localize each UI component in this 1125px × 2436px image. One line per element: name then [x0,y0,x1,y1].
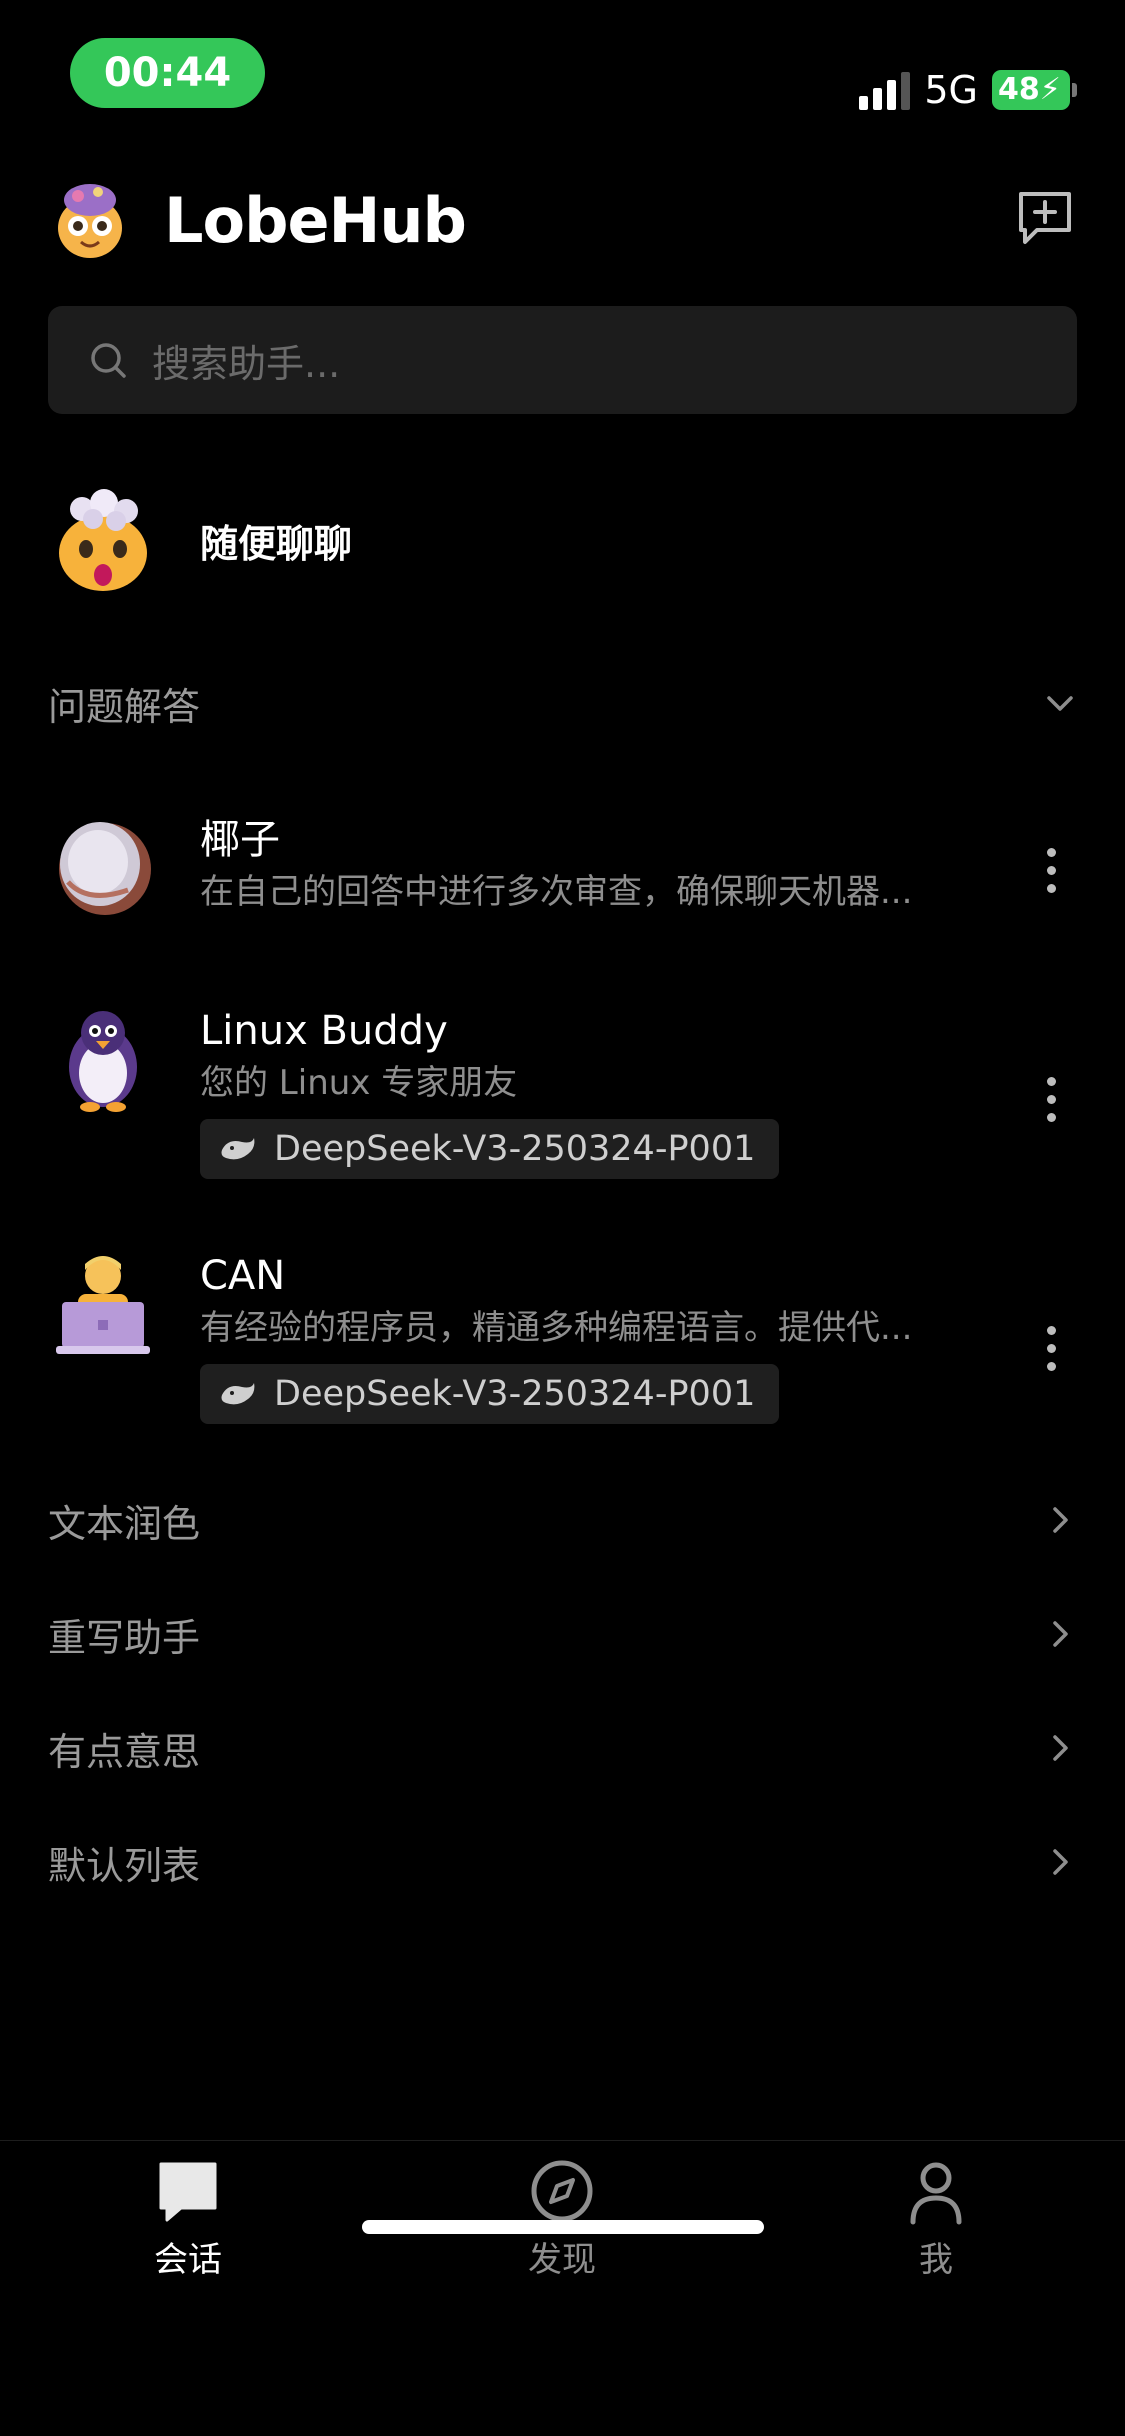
chevron-right-icon [1053,1735,1068,1761]
tab-chat[interactable]: 会话 [88,2156,288,2281]
lobehub-logo-icon [58,184,122,258]
exploding-head-avatar [59,489,147,591]
model-name: DeepSeek-V3-250324-P001 [274,1129,756,1169]
person-icon [910,2162,962,2225]
chevron-right-icon [1053,1507,1068,1533]
agent-description: 在自己的回答中进行多次审查，确保聊天机器... [200,872,913,912]
more-options-icon[interactable] [1047,1326,1059,1371]
signal-icon [859,70,911,110]
random-chat-label: 随便聊聊 [200,521,353,566]
developer-avatar [56,1256,150,1354]
agent-item-linux-buddy[interactable]: Linux Buddy 您的 Linux 专家朋友 DeepSeek-V3-25… [48,1003,1085,1179]
home-indicator [362,2220,764,2234]
group-header-interesting[interactable]: 有点意思 [48,1713,1077,1783]
tab-me[interactable]: 我 [836,2156,1036,2281]
agent-description: 您的 Linux 专家朋友 [200,1063,518,1103]
model-tag: DeepSeek-V3-250324-P001 [200,1364,780,1424]
agent-description: 有经验的程序员，精通多种编程语言。提供代... [200,1308,913,1348]
new-chat-icon[interactable] [1013,186,1077,250]
tab-label: 会话 [154,2240,222,2280]
model-tag: DeepSeek-V3-250324-P001 [200,1119,780,1179]
status-time: 00:44 [70,38,265,108]
bottom-tab-bar: 会话 发现 我 [0,2140,1125,2436]
agent-name: Linux Buddy [200,1008,448,1054]
chat-bubble-icon [159,2162,217,2222]
agent-item-can[interactable]: CAN 有经验的程序员，精通多种编程语言。提供代... DeepSeek-V3-… [48,1248,1085,1424]
tab-discover[interactable]: 发现 [462,2156,662,2281]
battery-indicator: 48⚡ [992,70,1077,110]
random-chat-item[interactable]: 随便聊聊 [48,485,1077,595]
more-options-icon[interactable] [1047,1077,1059,1122]
group-title: 文本润色 [48,1501,201,1546]
status-indicators: 5G 48⚡ [859,60,1077,120]
group-header-default[interactable]: 默认列表 [48,1827,1077,1897]
penguin-avatar [69,1011,137,1112]
agent-name: 椰子 [200,817,280,863]
agent-item-coconut[interactable]: 椰子 在自己的回答中进行多次审查，确保聊天机器... [48,812,1085,922]
group-title: 问题解答 [48,684,201,729]
deepseek-whale-icon [221,1383,255,1405]
search-icon [91,343,126,378]
group-header-text-polish[interactable]: 文本润色 [48,1485,1077,1555]
group-title: 有点意思 [48,1729,201,1774]
search-input[interactable]: 搜索助手... [48,306,1077,414]
deepseek-whale-icon [221,1138,255,1160]
compass-icon [531,2160,593,2222]
agent-name: CAN [200,1253,286,1299]
battery-level: 48 [998,72,1040,107]
tab-label: 我 [919,2240,953,2280]
app-title: LobeHub [164,183,467,257]
search-placeholder: 搜索助手... [152,341,341,386]
coconut-avatar [59,822,151,915]
network-type: 5G [924,68,978,112]
chevron-down-icon [1047,696,1073,711]
group-header-rewrite[interactable]: 重写助手 [48,1599,1077,1669]
chevron-right-icon [1053,1849,1068,1875]
model-name: DeepSeek-V3-250324-P001 [274,1374,756,1414]
group-title: 默认列表 [48,1843,201,1888]
app-header: LobeHub [48,170,1077,270]
group-title: 重写助手 [48,1615,201,1660]
group-header-qa[interactable]: 问题解答 [48,668,1077,738]
tab-label: 发现 [528,2240,596,2280]
more-options-icon[interactable] [1047,848,1059,893]
chevron-right-icon [1053,1621,1068,1647]
chat-list-screen: 00:44 5G 48⚡ LobeHub 搜索助手... 随便聊聊 问题解答 椰… [0,0,1125,2436]
